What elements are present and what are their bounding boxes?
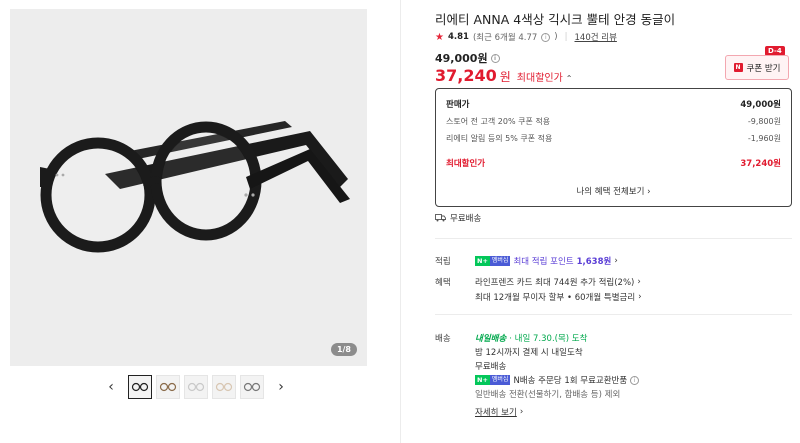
naver-plus-membership-badge: N+ 멤버십 xyxy=(475,256,511,266)
detail-link-text: 자세히 보기 xyxy=(475,408,517,418)
benefit-card-row[interactable]: 라인프렌즈 카드 최대 744원 추가 적립(2%) › xyxy=(475,276,641,288)
max-price-value: 37,240원 xyxy=(740,159,781,169)
chevron-up-icon[interactable]: ⌃ xyxy=(566,74,573,83)
npay-membership: 멤버십 xyxy=(489,375,511,385)
delivery-eta: · 내일 7.30.(목) 도착 xyxy=(509,334,588,344)
coupon-label: 쿠폰 받기 xyxy=(746,63,781,74)
price-row-coupon-2: 리에티 알림 등의 5% 쿠폰 적용 -1,960원 xyxy=(446,133,781,144)
list-price-label: 판매가 xyxy=(446,100,470,110)
sale-price-unit: 원 xyxy=(499,70,511,84)
section-divider xyxy=(435,314,792,315)
product-title: 리에티 ANNA 4색상 긱시크 뿔테 안경 동글이 xyxy=(435,12,676,27)
points-amount: 1,638원 xyxy=(576,257,612,267)
benefits-label: 혜택 xyxy=(435,278,451,288)
delivery-free: 무료배송 xyxy=(475,362,507,372)
original-price-value: 49,000원 xyxy=(435,52,488,65)
price-breakdown-box: 판매가 49,000원 스토어 전 고객 20% 쿠폰 적용 -9,800원 리… xyxy=(435,88,792,207)
max-discount-label: 최대할인가 xyxy=(516,73,563,84)
star-icon: ★ xyxy=(435,31,444,43)
coupon-1-value: -9,800원 xyxy=(747,117,781,126)
benefit-card-text: 라인프렌즈 카드 최대 744원 추가 적립(2%) xyxy=(475,278,635,288)
divider: | xyxy=(564,32,568,42)
coupon-2-value: -1,960원 xyxy=(747,134,781,143)
thumbnail[interactable] xyxy=(212,375,236,399)
delivery-eta-row: 내일배송 · 내일 7.30.(목) 도착 xyxy=(475,332,587,344)
thumbnail[interactable] xyxy=(240,375,264,399)
coupon-1-label: 스토어 전 고객 20% 쿠폰 적용 xyxy=(446,117,551,126)
chevron-left-icon[interactable]: ‹ xyxy=(104,375,118,399)
thumbnail[interactable] xyxy=(156,375,180,399)
rating-row: ★ 4.81 (최근 6개월 4.77 i ) | 140건 리뷰 xyxy=(435,31,617,44)
benefit-installment-text: 최대 12개월 무이자 할부 • 60개월 특별금리 xyxy=(475,293,636,303)
sale-price-row[interactable]: 37,240 원 최대할인가 ⌃ xyxy=(435,66,573,85)
column-divider xyxy=(400,0,401,443)
delivery-label: 배송 xyxy=(435,334,451,344)
chevron-right-icon: › xyxy=(614,256,618,266)
tomorrow-delivery-badge: 내일배송 xyxy=(475,334,507,344)
price-row-max: 최대할인가 37,240원 xyxy=(446,157,781,169)
list-price-value: 49,000원 xyxy=(740,100,781,110)
npay-membership: 멤버십 xyxy=(489,256,511,266)
rating-recent-close: ) xyxy=(554,32,558,42)
coupon-icon: N xyxy=(733,63,743,72)
delivery-detail-link[interactable]: 자세히 보기 › xyxy=(475,406,523,418)
npay-n: N+ xyxy=(475,375,490,385)
rating-recent: (최근 6개월 4.77 xyxy=(472,33,538,43)
points-row[interactable]: N+ 멤버십 최대 적립 포인트 1,638원 › xyxy=(475,255,618,267)
free-shipping-row: 무료배송 xyxy=(435,212,481,224)
info-icon[interactable]: i xyxy=(541,32,551,42)
info-icon[interactable]: i xyxy=(630,375,640,385)
npay-return-text: N배송 주문당 1회 무료교환반품 xyxy=(513,376,628,386)
thumbnail-strip: ‹ › xyxy=(104,375,288,399)
benefit-installment-row[interactable]: 최대 12개월 무이자 할부 • 60개월 특별금리 › xyxy=(475,291,642,303)
chevron-right-icon[interactable]: › xyxy=(274,375,288,399)
max-price-label: 최대할인가 xyxy=(446,159,486,169)
coupon-2-label: 리에티 알림 등의 5% 쿠폰 적용 xyxy=(446,134,553,143)
price-row-list: 판매가 49,000원 xyxy=(446,98,781,110)
image-page-indicator: 1/8 xyxy=(330,343,357,356)
chevron-right-icon: › xyxy=(519,407,524,417)
sale-price: 37,240 xyxy=(435,66,497,85)
product-image[interactable]: 1/8 xyxy=(10,9,367,366)
npay-return-row: N+ 멤버십 N배송 주문당 1회 무료교환반품 i xyxy=(475,374,640,386)
review-count-link[interactable]: 140건 리뷰 xyxy=(575,31,617,43)
price-row-coupon-1: 스토어 전 고객 20% 쿠폰 적용 -9,800원 xyxy=(446,116,781,127)
points-text: 최대 적립 포인트 xyxy=(513,257,574,267)
naver-plus-membership-badge: N+ 멤버십 xyxy=(475,375,511,385)
coupon-button[interactable]: N 쿠폰 받기 xyxy=(725,55,789,80)
delivery-cutoff: 밤 12시까지 결제 시 내일도착 xyxy=(475,348,583,358)
thumbnail[interactable] xyxy=(128,375,152,399)
truck-icon xyxy=(435,214,446,222)
glasses-photo xyxy=(40,121,350,253)
view-all-benefits-link[interactable]: 나의 혜택 전체보기 › xyxy=(436,185,791,197)
thumbnail[interactable] xyxy=(184,375,208,399)
original-price: 49,000원 i xyxy=(435,50,500,66)
delivery-exclude: 일반배송 전환(선물하기, 합배송 등) 제외 xyxy=(475,390,621,400)
chevron-right-icon: › xyxy=(637,277,641,287)
rating-value: 4.81 xyxy=(447,32,469,42)
free-shipping-text: 무료배송 xyxy=(450,214,482,224)
npay-n: N+ xyxy=(475,256,490,266)
points-label: 적립 xyxy=(435,257,451,267)
info-icon[interactable]: i xyxy=(490,53,500,63)
section-divider xyxy=(435,238,792,239)
chevron-right-icon: › xyxy=(638,292,642,302)
